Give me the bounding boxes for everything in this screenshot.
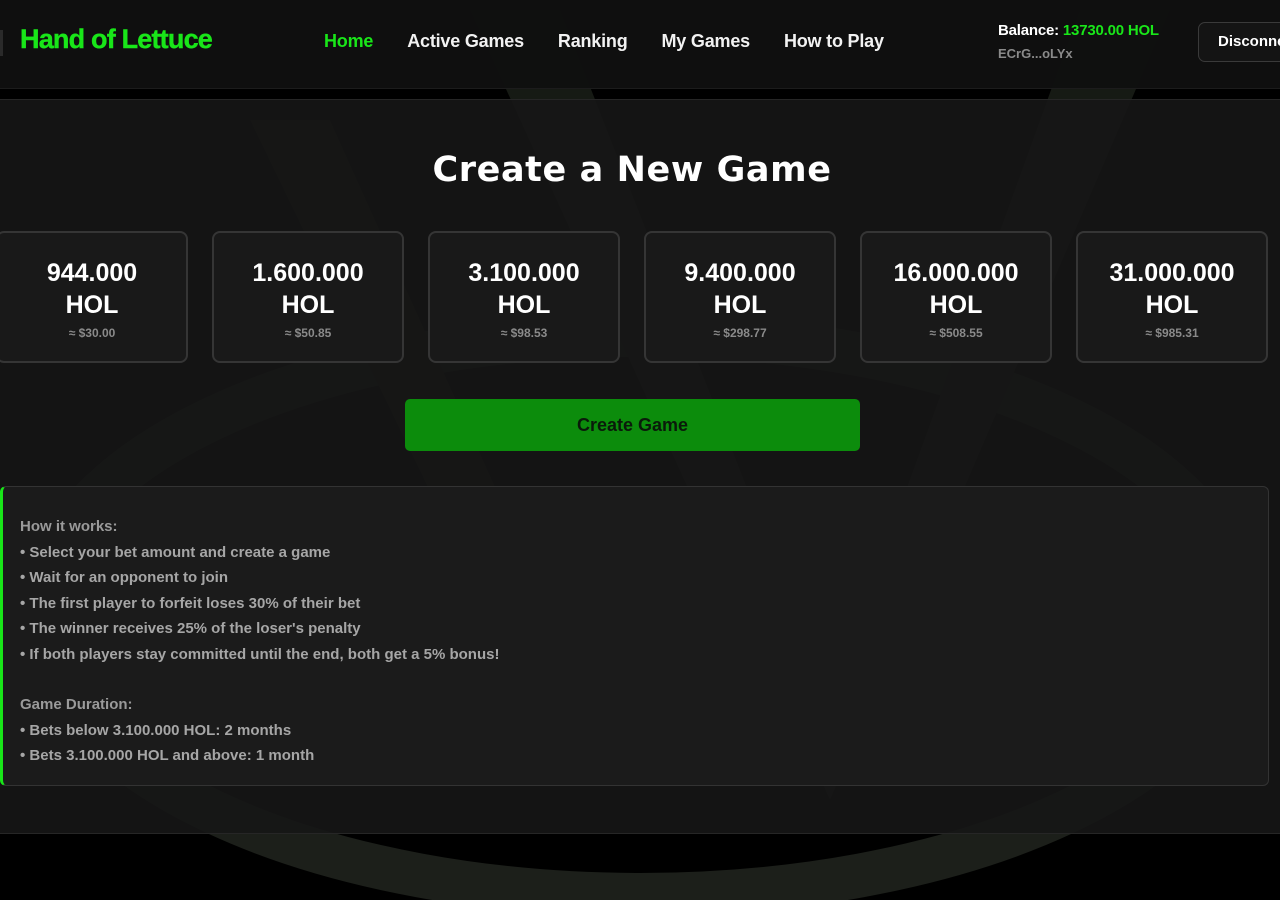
bet-usd-estimate: ≈ $298.77	[713, 326, 767, 340]
how-it-works-box: How it works: • Select your bet amount a…	[0, 486, 1269, 786]
window-edge	[0, 30, 3, 56]
brand-logo-text[interactable]: Hand of Lettuce	[20, 24, 213, 55]
bet-amount: 3.100.000 HOL	[430, 257, 618, 321]
rule-item: • The first player to forfeit loses 30% …	[20, 594, 361, 612]
top-navbar: Hand of Lettuce Home Active Games Rankin…	[0, 0, 1280, 89]
page: Hand of Lettuce Home Active Games Rankin…	[0, 0, 1280, 900]
bet-amount-value: 31.000.000	[1109, 259, 1235, 287]
rule-item: • Wait for an opponent to join	[20, 569, 228, 586]
bet-amount-unit: HOL	[929, 291, 983, 319]
bet-usd-estimate: ≈ $98.53	[500, 326, 548, 340]
balance-value: 13730.00 HOL	[1062, 22, 1159, 39]
rule-item: • If both players stay committed until t…	[20, 645, 500, 663]
duration-item: • Bets 3.100.000 HOL and above: 1 month	[20, 747, 315, 764]
wallet-balance: Balance: 13730.00 HOL ECrG...oLYx	[998, 22, 1159, 61]
create-game-panel: Create a New Game 944.000 HOL ≈ $30.00 1…	[0, 99, 1280, 834]
duration-item: • Bets below 3.100.000 HOL: 2 months	[20, 721, 292, 739]
bet-usd-estimate: ≈ $30.00	[68, 326, 116, 340]
nav-link-active-games[interactable]: Active Games	[407, 31, 524, 52]
disconnect-button[interactable]: Disconnect	[1198, 22, 1280, 62]
bet-amount-unit: HOL	[713, 291, 767, 319]
balance-label: Balance:	[998, 22, 1059, 39]
bet-option-card[interactable]: 9.400.000 HOL ≈ $298.77	[644, 231, 836, 363]
bet-amount-value: 3.100.000	[468, 259, 580, 287]
page-title: Create a New Game	[432, 150, 832, 190]
bet-amount-unit: HOL	[281, 291, 335, 319]
bet-option-card[interactable]: 1.600.000 HOL ≈ $50.85	[212, 231, 404, 363]
wallet-address: ECrG...oLYx	[998, 46, 1073, 61]
bet-amount: 1.600.000 HOL	[214, 257, 402, 321]
bet-amount: 16.000.000 HOL	[862, 257, 1050, 321]
bet-amount: 9.400.000 HOL	[646, 257, 834, 321]
bet-amount: 944.000 HOL	[0, 257, 186, 321]
bet-option-card[interactable]: 16.000.000 HOL ≈ $508.55	[860, 231, 1052, 363]
bet-usd-estimate: ≈ $985.31	[1145, 326, 1199, 340]
bet-amount-unit: HOL	[497, 291, 551, 319]
bet-amount-unit: HOL	[1145, 291, 1199, 319]
bet-amount-value: 9.400.000	[684, 259, 796, 287]
nav-link-how-to-play[interactable]: How to Play	[784, 31, 884, 52]
nav-link-my-games[interactable]: My Games	[662, 31, 751, 52]
rule-item: • Select your bet amount and create a ga…	[20, 543, 331, 561]
bet-option-card[interactable]: 31.000.000 HOL ≈ $985.31	[1076, 231, 1268, 363]
bet-amount: 31.000.000 HOL	[1078, 257, 1266, 321]
create-game-button[interactable]: Create Game	[405, 399, 860, 451]
rule-item: • The winner receives 25% of the loser's…	[20, 620, 361, 637]
bet-option-card[interactable]: 944.000 HOL ≈ $30.00	[0, 231, 188, 363]
bet-usd-estimate: ≈ $50.85	[284, 326, 332, 340]
how-it-works-heading: How it works:	[20, 518, 118, 535]
nav-link-home[interactable]: Home	[324, 31, 373, 52]
nav-link-ranking[interactable]: Ranking	[558, 31, 628, 52]
bet-amount-value: 944.000	[46, 259, 138, 287]
balance-line: Balance: 13730.00 HOL	[998, 22, 1159, 39]
bet-amount-value: 16.000.000	[893, 259, 1019, 287]
bet-amount-unit: HOL	[65, 291, 119, 319]
game-duration-heading: Game Duration:	[20, 696, 133, 713]
bet-option-card[interactable]: 3.100.000 HOL ≈ $98.53	[428, 231, 620, 363]
bet-amount-value: 1.600.000	[252, 259, 364, 287]
main-nav: Home Active Games Ranking My Games How t…	[324, 31, 884, 52]
bet-usd-estimate: ≈ $508.55	[929, 326, 983, 340]
